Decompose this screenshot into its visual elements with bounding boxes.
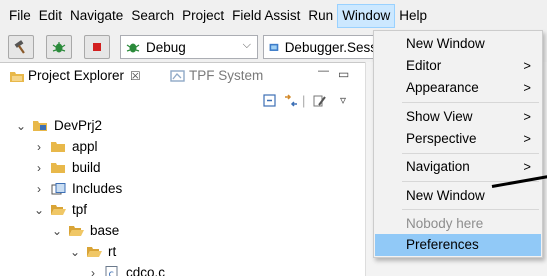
explorer-tab-bar: Project Explorer ☒ TPF System — ▭: [0, 63, 365, 91]
expand-icon[interactable]: ⌄: [68, 245, 82, 259]
debugger-session-icon: [269, 43, 279, 51]
c-file-icon: c: [105, 265, 118, 276]
menu-run[interactable]: Run: [304, 4, 337, 28]
tree-item-devprj2[interactable]: ⌄ DevPrj2: [14, 115, 102, 136]
session-value: Debugger.Sess: [284, 39, 377, 55]
tree-item-label: Includes: [72, 181, 123, 196]
tree-item-rt[interactable]: ⌄ rt: [68, 241, 116, 262]
menu-separator: [402, 209, 539, 210]
menu-item-show-view[interactable]: Show View >: [375, 106, 541, 128]
tree-item-tpf[interactable]: ⌄ tpf: [32, 199, 87, 220]
menu-item-label: Nobody here: [406, 216, 484, 231]
close-icon[interactable]: ☒: [130, 69, 141, 83]
tree-item-label: appl: [72, 139, 98, 154]
menu-item-new-window[interactable]: New Window: [375, 33, 541, 55]
menu-project[interactable]: Project: [178, 4, 228, 28]
expand-icon[interactable]: ⌄: [14, 119, 28, 133]
bug-icon: [52, 42, 66, 53]
stop-icon: [93, 43, 101, 51]
menu-item-preferences[interactable]: Preferences: [375, 234, 541, 256]
tree-item-cdco-c[interactable]: › c cdco.c: [86, 262, 165, 276]
tab-project-explorer[interactable]: Project Explorer ☒: [9, 68, 141, 83]
tree-item-base[interactable]: ⌄ base: [50, 220, 119, 241]
menu-window[interactable]: Window: [337, 4, 396, 28]
menu-item-label: New Window: [406, 188, 485, 203]
tree-item-label: base: [90, 223, 120, 238]
menu-item-appearance[interactable]: Appearance >: [375, 77, 541, 99]
debug-config-combo[interactable]: Debug ⌵: [120, 35, 258, 59]
link-with-editor-icon[interactable]: [283, 93, 299, 109]
menu-item-label: Appearance: [406, 80, 479, 95]
menu-item-perspective[interactable]: Perspective >: [375, 128, 541, 150]
tab-project-explorer-label: Project Explorer: [28, 68, 125, 83]
collapse-icon[interactable]: ›: [86, 266, 100, 276]
tree-item-label: DevPrj2: [54, 118, 103, 133]
tree-item-label: tpf: [72, 202, 88, 217]
chevron-down-icon: ⌵: [242, 39, 251, 51]
tree-item-includes[interactable]: › Includes: [32, 178, 122, 199]
includes-icon: [51, 182, 66, 194]
collapse-icon[interactable]: ›: [32, 161, 46, 175]
menu-search[interactable]: Search: [127, 4, 178, 28]
filter-edit-icon[interactable]: [312, 93, 328, 109]
window-menu-dropdown: New Window Editor > Appearance > Show Vi…: [373, 30, 543, 258]
svg-text:c: c: [109, 269, 115, 276]
menu-field-assist[interactable]: Field Assist: [228, 4, 304, 28]
toolbar-separator: |: [302, 93, 306, 108]
stop-button[interactable]: [84, 35, 110, 59]
menu-item-label: Editor: [406, 58, 442, 73]
debug-bug-button[interactable]: [46, 35, 72, 59]
submenu-arrow-icon: >: [523, 80, 531, 95]
collapse-all-icon[interactable]: [262, 93, 278, 109]
submenu-arrow-icon: >: [523, 159, 531, 174]
tree-item-appl[interactable]: › appl: [32, 136, 98, 157]
expand-icon[interactable]: ⌄: [50, 224, 64, 238]
tree-item-label: build: [72, 160, 101, 175]
maximize-icon[interactable]: ▭: [338, 67, 349, 81]
folder-open-icon: [69, 225, 84, 236]
collapse-icon[interactable]: ›: [32, 140, 46, 154]
menu-item-nobody-here: Nobody here: [375, 213, 541, 235]
tree-item-label: cdco.c: [126, 265, 166, 276]
project-explorer-icon: [10, 71, 24, 82]
menu-separator: [402, 102, 539, 103]
session-combo[interactable]: Debugger.Sess: [263, 35, 378, 59]
submenu-arrow-icon: >: [523, 109, 531, 124]
folder-icon: [51, 162, 65, 173]
tab-tpf-system-label: TPF System: [189, 68, 264, 83]
hammer-icon: [14, 40, 25, 54]
menu-item-editor[interactable]: Editor >: [375, 55, 541, 77]
menu-item-label: Preferences: [406, 237, 479, 252]
hammer-build-button[interactable]: [8, 35, 34, 59]
menu-item-label: New Window: [406, 36, 485, 51]
tree-item-build[interactable]: › build: [32, 157, 101, 178]
project-icon: [33, 120, 47, 131]
menu-file[interactable]: File: [5, 4, 35, 28]
menu-item-label: Navigation: [406, 159, 470, 174]
folder-open-icon: [51, 204, 66, 215]
tree-item-label: rt: [108, 244, 117, 259]
tab-tpf-system[interactable]: TPF System: [170, 68, 263, 83]
menu-separator: [402, 153, 539, 154]
submenu-arrow-icon: >: [523, 131, 531, 146]
menu-item-label: Perspective: [406, 131, 477, 146]
menu-help[interactable]: Help: [395, 4, 431, 28]
folder-icon: [51, 141, 65, 152]
menu-navigate[interactable]: Navigate: [66, 4, 127, 28]
expand-icon[interactable]: ⌄: [32, 203, 46, 217]
menu-item-label: Show View: [406, 109, 473, 124]
submenu-arrow-icon: >: [523, 58, 531, 73]
menu-item-navigation[interactable]: Navigation >: [375, 156, 541, 178]
folder-open-icon: [87, 246, 102, 257]
debug-config-value: Debug: [146, 39, 186, 55]
project-explorer-view: Project Explorer ☒ TPF System — ▭ | ▿ ⌄ …: [0, 62, 365, 276]
collapse-icon[interactable]: ›: [32, 182, 46, 196]
menu-bar: File Edit Navigate Search Project Field …: [0, 0, 547, 32]
tpf-system-icon: [170, 69, 185, 82]
menu-item-new-window-2[interactable]: New Window: [375, 185, 541, 207]
minimize-icon[interactable]: —: [318, 65, 329, 77]
view-menu-icon[interactable]: ▿: [340, 93, 346, 107]
debug-bug-icon: [126, 43, 140, 53]
menu-edit[interactable]: Edit: [35, 4, 66, 28]
